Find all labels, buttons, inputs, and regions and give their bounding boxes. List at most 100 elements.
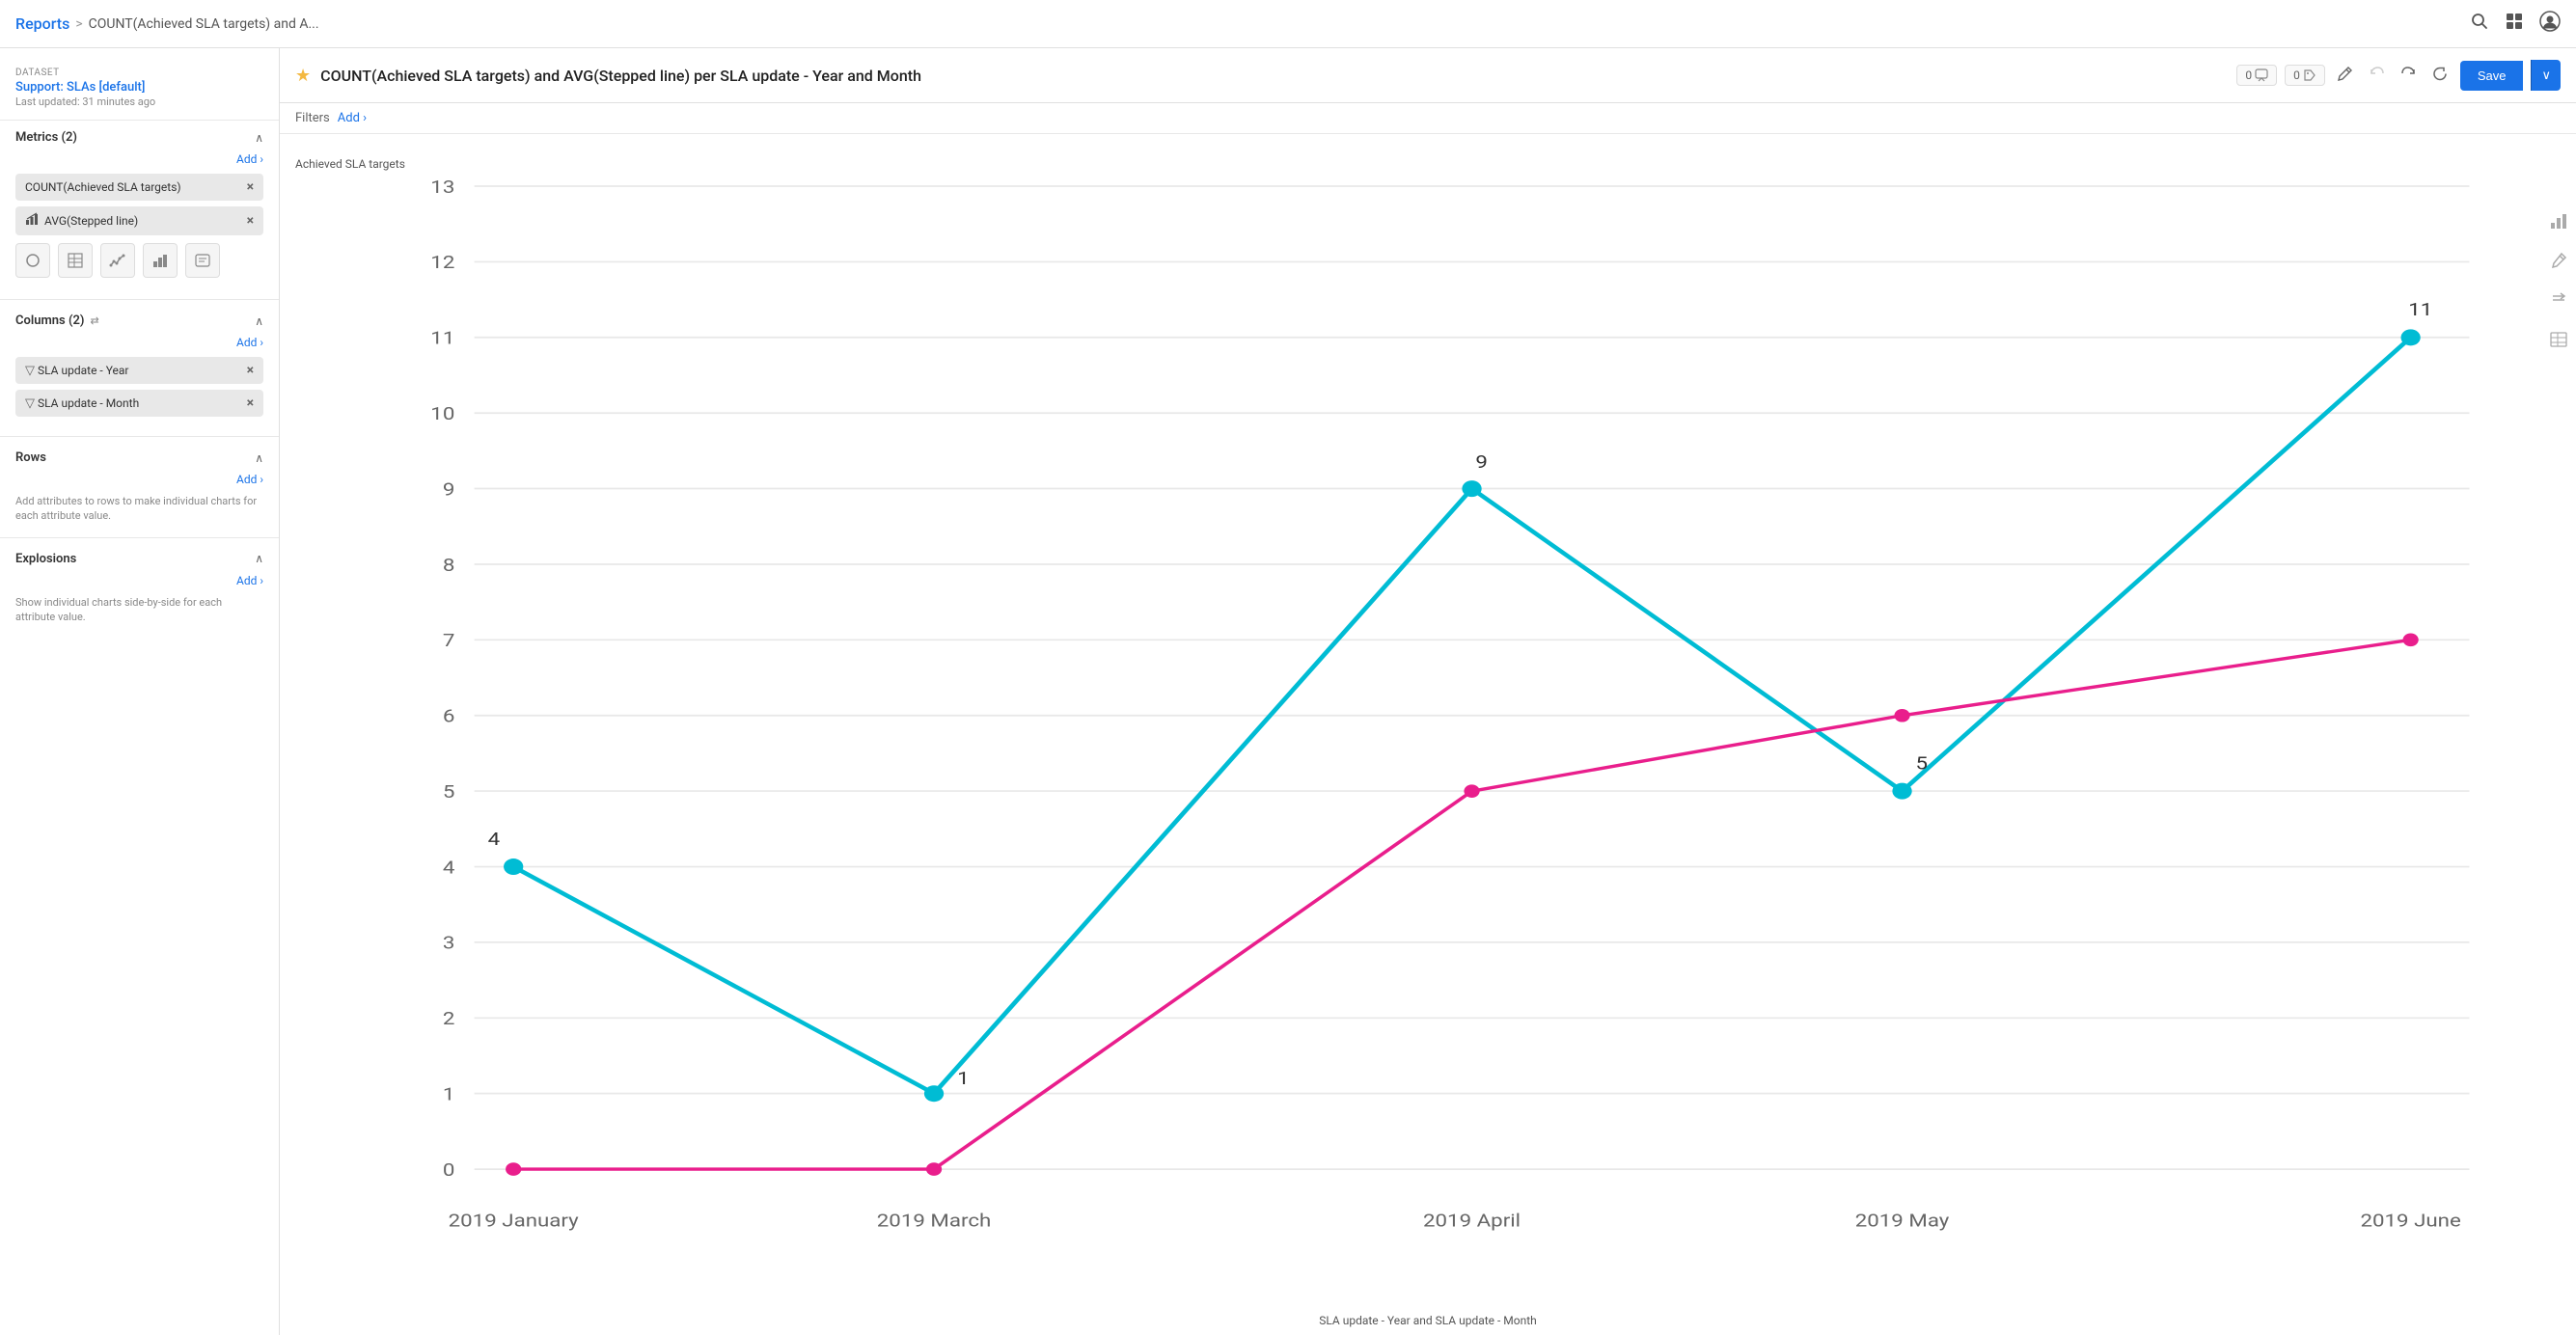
column-remove-1[interactable]: × <box>247 395 254 411</box>
metrics-add-link[interactable]: Add › <box>15 152 263 166</box>
content-area: ★ COUNT(Achieved SLA targets) and AVG(St… <box>280 48 2576 1335</box>
svg-text:2019 March: 2019 March <box>877 1211 992 1232</box>
svg-text:1: 1 <box>443 1084 455 1105</box>
explosions-toggle[interactable]: ∧ <box>255 552 263 565</box>
brush-icon[interactable] <box>2549 251 2568 275</box>
columns-toggle[interactable]: ∧ <box>255 314 263 328</box>
main-layout: Dataset Support: SLAs [default] Last upd… <box>0 48 2576 1335</box>
undo-icon[interactable] <box>2365 62 2389 90</box>
redo-icon[interactable] <box>2397 62 2421 90</box>
rows-add-link[interactable]: Add › <box>15 473 263 486</box>
columns-add-link[interactable]: Add › <box>15 336 263 349</box>
page-title-nav: COUNT(Achieved SLA targets) and A... <box>89 16 319 32</box>
metric-label-0: COUNT(Achieved SLA targets) <box>25 180 181 194</box>
svg-text:8: 8 <box>443 555 455 576</box>
top-nav: Reports > COUNT(Achieved SLA targets) an… <box>0 0 2576 48</box>
chart-bar-icon[interactable] <box>2549 211 2568 235</box>
chart-type-bubble[interactable] <box>15 243 50 278</box>
reports-link[interactable]: Reports <box>15 14 69 33</box>
column-remove-0[interactable]: × <box>247 363 254 378</box>
chart-type-text[interactable] <box>185 243 220 278</box>
metrics-toggle[interactable]: ∧ <box>255 131 263 145</box>
report-title: COUNT(Achieved SLA targets) and AVG(Step… <box>320 67 921 85</box>
breadcrumb: Reports > COUNT(Achieved SLA targets) an… <box>15 14 319 33</box>
metrics-title: Metrics (2) <box>15 130 77 145</box>
column-filter-icon-0: ▽ <box>25 364 35 378</box>
columns-header: Columns (2) ⇄ ∧ <box>15 313 263 328</box>
explosions-header: Explosions ∧ <box>15 552 263 566</box>
metric-chip-0: COUNT(Achieved SLA targets) × <box>15 174 263 201</box>
columns-sort-icon[interactable]: ⇄ <box>90 314 98 327</box>
comment-count: 0 <box>2245 68 2252 82</box>
svg-text:4: 4 <box>443 858 455 879</box>
svg-text:2019 June: 2019 June <box>2360 1211 2460 1232</box>
svg-text:5: 5 <box>443 782 455 804</box>
x-axis-label: SLA update - Year and SLA update - Month <box>1319 1314 1537 1327</box>
table-icon[interactable] <box>2549 330 2568 354</box>
columns-title: Columns (2) <box>15 313 84 328</box>
column-chip-1: ▽ SLA update - Month × <box>15 390 263 417</box>
filters-bar: Filters Add › <box>280 103 2576 134</box>
dataset-label: Dataset <box>15 68 263 78</box>
metrics-section: Metrics (2) ∧ Add › COUNT(Achieved SLA t… <box>0 121 279 295</box>
column-chip-0: ▽ SLA update - Year × <box>15 357 263 384</box>
svg-text:3: 3 <box>443 933 455 954</box>
breadcrumb-separator: > <box>75 16 82 32</box>
favorite-star-icon[interactable]: ★ <box>295 66 311 86</box>
rows-title: Rows <box>15 450 46 465</box>
svg-text:2019 May: 2019 May <box>1855 1211 1950 1232</box>
svg-text:6: 6 <box>443 706 455 727</box>
columns-section: Columns (2) ⇄ ∧ Add › ▽ SLA update - Yea… <box>0 304 279 432</box>
column-filter-icon-1: ▽ <box>25 396 35 411</box>
explosions-add-link[interactable]: Add › <box>15 574 263 587</box>
chart-type-line[interactable] <box>100 243 135 278</box>
chart-type-row <box>15 243 263 278</box>
save-dropdown-button[interactable]: ∨ <box>2531 60 2561 91</box>
metric-chip-1: AVG(Stepped line) × <box>15 206 263 235</box>
chart-type-bar[interactable] <box>143 243 178 278</box>
edit-icon[interactable] <box>2333 62 2357 90</box>
explosions-description: Show individual charts side-by-side for … <box>15 595 263 625</box>
dataset-section: Dataset Support: SLAs [default] Last upd… <box>0 60 279 121</box>
svg-text:2019 January: 2019 January <box>449 1211 579 1232</box>
explosions-title: Explosions <box>15 552 76 566</box>
filters-label: Filters <box>295 111 330 125</box>
comment-count-badge[interactable]: 0 <box>2236 65 2277 86</box>
svg-text:2019 April: 2019 April <box>1423 1211 1521 1232</box>
search-icon[interactable] <box>2470 12 2489 36</box>
svg-text:9: 9 <box>1475 452 1488 474</box>
refresh-icon[interactable] <box>2428 62 2453 90</box>
rows-toggle[interactable]: ∧ <box>255 451 263 465</box>
sidebar: Dataset Support: SLAs [default] Last upd… <box>0 48 280 1335</box>
dataset-updated: Last updated: 31 minutes ago <box>15 95 263 108</box>
dataset-name[interactable]: Support: SLAs [default] <box>15 80 263 95</box>
tag-count: 0 <box>2293 68 2300 82</box>
metric-icon-1 <box>25 212 39 230</box>
column-label-0: SLA update - Year <box>38 364 129 377</box>
save-button[interactable]: Save <box>2460 61 2524 91</box>
chart-wrapper: Achieved SLA targets <box>280 134 2576 1335</box>
svg-text:5: 5 <box>1916 753 1929 775</box>
chart-type-table[interactable] <box>58 243 93 278</box>
grid-icon[interactable] <box>2505 12 2524 36</box>
svg-text:7: 7 <box>443 631 455 652</box>
user-avatar[interactable] <box>2539 11 2561 37</box>
svg-text:11: 11 <box>2408 300 2432 321</box>
rows-description: Add attributes to rows to make individua… <box>15 494 263 524</box>
svg-text:10: 10 <box>430 404 454 425</box>
metric-label-1: AVG(Stepped line) <box>44 214 138 228</box>
chart-svg: 0 1 2 3 4 5 6 7 8 9 10 11 12 13 <box>357 153 2508 1267</box>
explosions-section: Explosions ∧ Add › Show individual chart… <box>0 542 279 635</box>
metric-remove-0[interactable]: × <box>247 179 254 195</box>
metric-remove-1[interactable]: × <box>247 213 254 229</box>
svg-text:1: 1 <box>957 1068 970 1089</box>
filters-add-link[interactable]: Add › <box>338 111 367 125</box>
tag-count-badge[interactable]: 0 <box>2285 65 2325 86</box>
column-label-1: SLA update - Month <box>38 396 139 410</box>
svg-text:4: 4 <box>488 829 501 850</box>
sort-icon[interactable] <box>2549 290 2568 314</box>
right-toolbar <box>2549 211 2568 354</box>
svg-text:12: 12 <box>430 253 454 274</box>
rows-header: Rows ∧ <box>15 450 263 465</box>
metrics-header: Metrics (2) ∧ <box>15 130 263 145</box>
